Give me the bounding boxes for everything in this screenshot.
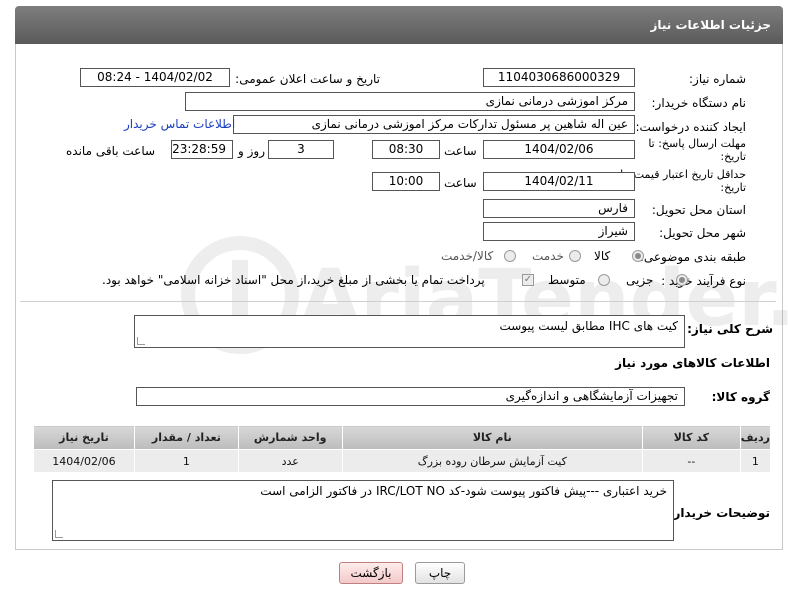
delivery-province-field: فارس xyxy=(483,199,635,218)
resize-grip-icon[interactable] xyxy=(55,530,63,538)
remaining-time-field: 23:28:59 xyxy=(171,140,233,159)
category-option-goods-service: کالا/خدمت xyxy=(441,249,494,263)
buyer-notes-textarea[interactable]: خرید اعتباری ---پیش فاکتور پیوست شود-کد … xyxy=(52,480,674,541)
announce-datetime-field: 1404/02/02 - 08:24 xyxy=(80,68,230,87)
description-label: شرح کلی نیاز: xyxy=(687,322,773,336)
need-number-field: 1104030686000329 xyxy=(483,68,635,87)
items-table: ردیف کد کالا نام کالا واحد شمارش تعداد /… xyxy=(33,425,772,473)
price-validity-label: حداقل تاریخ اعتبار قیمت: تا تاریخ: xyxy=(620,168,746,194)
buyer-notes-text: خرید اعتباری ---پیش فاکتور پیوست شود-کد … xyxy=(260,484,667,498)
cell-item-name: کیت آزمایش سرطان روده بزرگ xyxy=(341,449,643,473)
category-option-goods: کالا xyxy=(594,249,611,263)
description-text: کیت های IHC مطابق لیست پیوست xyxy=(499,319,678,333)
goods-group-label: گروه کالا: xyxy=(711,390,770,404)
reply-deadline-time-label: ساعت xyxy=(444,144,477,158)
cell-need-date: 1404/02/06 xyxy=(33,449,135,473)
buyer-notes-label: توضیحات خریدار: xyxy=(668,506,770,520)
price-validity-date: 1404/02/11 xyxy=(483,172,635,191)
need-number-label: شماره نیاز: xyxy=(689,72,746,86)
print-button[interactable]: چاپ xyxy=(415,562,465,584)
reply-deadline-time: 08:30 xyxy=(372,140,440,159)
table-header-row: ردیف کد کالا نام کالا واحد شمارش تعداد /… xyxy=(33,425,772,450)
process-option-medium: متوسط xyxy=(548,273,586,287)
resize-grip-icon[interactable] xyxy=(137,337,145,345)
category-option-service: خدمت xyxy=(532,249,564,263)
col-header-quantity: تعداد / مقدار xyxy=(133,425,239,450)
delivery-city-label: شهر محل تحویل: xyxy=(659,226,746,240)
col-header-item-code: کد کالا xyxy=(641,425,741,450)
goods-group-field: تجهیزات آزمایشگاهی و اندازه‌گیری xyxy=(136,387,685,406)
buyer-org-field: مرکز اموزشی درمانی نمازی xyxy=(185,92,635,111)
price-validity-time: 10:00 xyxy=(372,172,440,191)
back-button[interactable]: بازگشت xyxy=(339,562,403,584)
buyer-org-label: نام دستگاه خریدار: xyxy=(651,96,747,110)
cell-row-number: 1 xyxy=(739,449,772,473)
description-textarea[interactable]: کیت های IHC مطابق لیست پیوست xyxy=(134,315,685,348)
reply-deadline-date: 1404/02/06 xyxy=(483,140,635,159)
delivery-city-field: شیراز xyxy=(483,222,635,241)
buyer-contact-link[interactable]: اطلاعات تماس خریدار xyxy=(124,117,235,131)
cell-item-code: -- xyxy=(641,449,741,473)
category-label: طبقه بندی موضوعی: xyxy=(639,250,746,264)
requester-field: عین اله شاهین پر مسئول تدارکات مرکز اموز… xyxy=(233,115,635,134)
page-title: جزئیات اطلاعات نیاز xyxy=(650,18,771,32)
panel-header: جزئیات اطلاعات نیاز xyxy=(15,6,783,44)
col-header-item-name: نام کالا xyxy=(341,425,643,450)
category-radio-goods-service[interactable] xyxy=(504,250,516,262)
category-radio-goods[interactable] xyxy=(632,250,644,262)
cell-quantity: 1 xyxy=(133,449,239,473)
reply-deadline-label: مهلت ارسال پاسخ: تا تاریخ: xyxy=(648,137,746,163)
col-header-need-date: تاریخ نیاز xyxy=(33,425,135,450)
announce-datetime-label: تاریخ و ساعت اعلان عمومی: xyxy=(235,72,380,86)
process-option-minor: جزیی xyxy=(626,273,654,287)
requester-label: ایجاد کننده درخواست: xyxy=(635,120,746,134)
process-radio-minor[interactable] xyxy=(676,274,688,286)
delivery-province-label: استان محل تحویل: xyxy=(651,203,746,217)
process-radio-medium[interactable] xyxy=(598,274,610,286)
reply-days-label: روز و xyxy=(238,144,265,158)
purchase-process-label: نوع فرآیند خرید : xyxy=(661,274,746,288)
section-divider xyxy=(20,301,776,302)
cell-unit: عدد xyxy=(237,449,343,473)
table-row[interactable]: 1 -- کیت آزمایش سرطان روده بزرگ عدد 1 14… xyxy=(33,449,772,473)
goods-section-title: اطلاعات کالاهای مورد نیاز xyxy=(615,356,770,370)
reply-days-field: 3 xyxy=(268,140,334,159)
treasury-payment-checkbox[interactable]: ✓ xyxy=(522,274,534,286)
col-header-unit: واحد شمارش xyxy=(237,425,343,450)
price-validity-time-label: ساعت xyxy=(444,176,477,190)
col-header-row-number: ردیف xyxy=(739,425,772,450)
category-radio-service[interactable] xyxy=(569,250,581,262)
treasury-payment-note: پرداخت تمام یا بخشی از مبلغ خرید،از محل … xyxy=(102,273,485,287)
remaining-time-label: ساعت باقی مانده xyxy=(66,144,156,158)
